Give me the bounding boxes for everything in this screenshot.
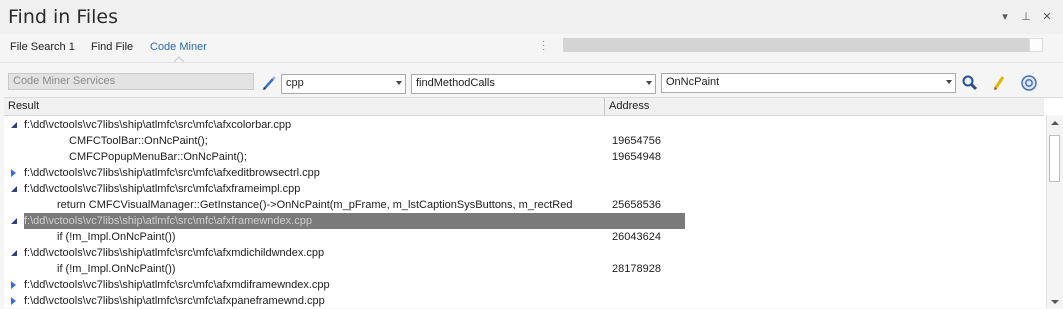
highlight-icon[interactable] — [990, 74, 1008, 92]
match-row[interactable]: CMFCPopupMenuBar::OnNcPaint(); 19654948 — [4, 149, 1044, 165]
file-row[interactable]: f:\dd\vctools\vc7libs\ship\atlmfc\src\mf… — [4, 117, 1044, 133]
match-code: if (!m_Impl.OnNcPaint()) — [57, 231, 176, 243]
language-select[interactable]: cpp — [281, 74, 406, 94]
tab-code-miner[interactable]: Code Miner — [150, 41, 207, 53]
file-path: f:\dd\vctools\vc7libs\ship\atlmfc\src\mf… — [24, 183, 301, 195]
collapsed-triangle-icon[interactable] — [10, 169, 18, 177]
file-row[interactable]: f:\dd\vctools\vc7libs\ship\atlmfc\src\mf… — [4, 245, 1044, 261]
chevron-down-icon — [646, 81, 652, 85]
file-path: f:\dd\vctools\vc7libs\ship\atlmfc\src\mf… — [24, 279, 330, 291]
grid-header: Result Address — [4, 98, 1044, 116]
file-row[interactable]: f:\dd\vctools\vc7libs\ship\atlmfc\src\mf… — [4, 277, 1044, 293]
results-grid: Result Address f:\dd\vctools\vc7libs\shi… — [4, 97, 1063, 308]
file-row[interactable]: f:\dd\vctools\vc7libs\ship\atlmfc\src\mf… — [4, 213, 1044, 229]
dropdown-icon[interactable]: ▾ — [999, 10, 1011, 23]
address-value: 26043624 — [612, 231, 661, 243]
tab-file-search-1[interactable]: File Search 1 — [10, 41, 75, 53]
close-icon[interactable]: ✕ — [1041, 10, 1053, 23]
window-controls: ▾ ⊥ ✕ — [999, 10, 1053, 23]
file-path: f:\dd\vctools\vc7libs\ship\atlmfc\src\mf… — [24, 295, 325, 307]
tab-find-file[interactable]: Find File — [91, 41, 133, 53]
file-row[interactable]: f:\dd\vctools\vc7libs\ship\atlmfc\src\mf… — [4, 165, 1044, 181]
query-select[interactable]: findMethodCalls — [411, 74, 656, 94]
file-path: f:\dd\vctools\vc7libs\ship\atlmfc\src\mf… — [24, 167, 320, 179]
column-result[interactable]: Result — [8, 100, 39, 112]
title-bar: Find in Files ▾ ⊥ ✕ — [0, 0, 1063, 34]
progress-bar — [563, 38, 1029, 52]
expanded-triangle-icon[interactable] — [10, 185, 18, 193]
collapsed-triangle-icon[interactable] — [10, 297, 18, 305]
match-row[interactable]: if (!m_Impl.OnNcPaint()) 28178928 — [4, 261, 1044, 277]
match-row[interactable]: return CMFCVisualManager::GetInstance()-… — [4, 197, 1044, 213]
match-code: CMFCPopupMenuBar::OnNcPaint(); — [69, 151, 247, 163]
file-path: f:\dd\vctools\vc7libs\ship\atlmfc\src\mf… — [24, 247, 325, 259]
expanded-triangle-icon[interactable] — [10, 121, 18, 129]
search-icon[interactable] — [961, 74, 979, 92]
match-code: if (!m_Impl.OnNcPaint()) — [57, 263, 176, 275]
window-title: Find in Files — [8, 6, 119, 28]
file-path: f:\dd\vctools\vc7libs\ship\atlmfc\src\mf… — [24, 215, 312, 227]
services-input[interactable]: Code Miner Services — [8, 73, 254, 90]
scroll-thumb[interactable] — [1049, 135, 1060, 182]
match-row[interactable]: if (!m_Impl.OnNcPaint()) 26043624 — [4, 229, 1044, 245]
query-value: findMethodCalls — [416, 77, 495, 89]
drag-grip-icon[interactable]: · · · — [542, 37, 546, 55]
column-divider[interactable] — [604, 98, 605, 115]
match-row[interactable]: CMFCToolBar::OnNcPaint(); 19654756 — [4, 133, 1044, 149]
chevron-down-icon — [396, 81, 402, 85]
scroll-up-icon[interactable] — [1051, 121, 1059, 125]
address-value: 28178928 — [612, 263, 661, 275]
search-term-value: OnNcPaint — [666, 76, 720, 88]
pencil-icon[interactable] — [260, 75, 278, 93]
file-path: f:\dd\vctools\vc7libs\ship\atlmfc\src\mf… — [24, 119, 292, 131]
search-term-input[interactable]: OnNcPaint — [661, 73, 956, 93]
collapsed-triangle-icon[interactable] — [10, 281, 18, 289]
pin-icon[interactable]: ⊥ — [1020, 10, 1032, 23]
chevron-down-icon — [946, 80, 952, 84]
expanded-triangle-icon[interactable] — [10, 249, 18, 257]
language-value: cpp — [286, 77, 304, 89]
address-value: 19654756 — [612, 135, 661, 147]
help-icon[interactable] — [1020, 74, 1038, 92]
scroll-down-icon[interactable] — [1051, 300, 1059, 304]
column-address[interactable]: Address — [609, 100, 649, 112]
progress-end — [1029, 38, 1043, 52]
file-row[interactable]: f:\dd\vctools\vc7libs\ship\atlmfc\src\mf… — [4, 181, 1044, 197]
expanded-triangle-icon[interactable] — [10, 217, 18, 225]
address-value: 19654948 — [612, 151, 661, 163]
vertical-scrollbar[interactable] — [1046, 115, 1063, 308]
match-code: CMFCToolBar::OnNcPaint(); — [69, 135, 208, 147]
address-value: 25658536 — [612, 199, 661, 211]
match-code: return CMFCVisualManager::GetInstance()-… — [57, 199, 573, 211]
